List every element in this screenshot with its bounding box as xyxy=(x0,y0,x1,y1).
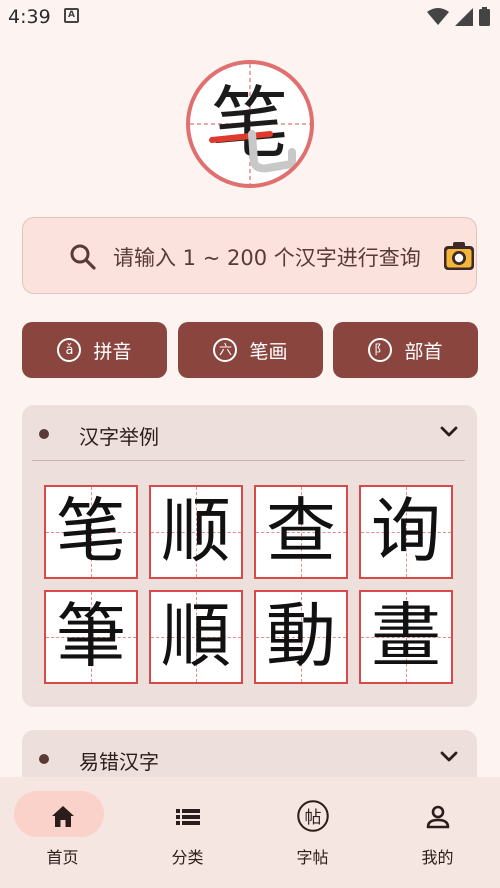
bullet-icon xyxy=(39,754,49,764)
app-logo: 笔 xyxy=(186,60,314,188)
stroke-label: 笔画 xyxy=(249,340,288,363)
chevron-down-icon[interactable] xyxy=(439,424,459,440)
nav-item-profile[interactable]: 我的 xyxy=(375,777,500,888)
copybook-icon: 帖 xyxy=(296,800,329,832)
card-divider xyxy=(32,460,465,461)
search-input[interactable]: 请输入 1 ~ 200 个汉字进行查询 xyxy=(113,242,421,272)
example-character: 顺 xyxy=(161,490,231,572)
camera-icon[interactable] xyxy=(443,241,475,271)
search-bar[interactable]: 请输入 1 ~ 200 个汉字进行查询 xyxy=(22,217,477,294)
profile-icon xyxy=(426,805,449,829)
svg-text:帖: 帖 xyxy=(304,808,321,828)
example-character-cell[interactable]: 動 xyxy=(254,590,348,684)
pinyin-button[interactable]: ǎ 拼音 xyxy=(22,322,167,378)
example-character-cell[interactable]: 畫 xyxy=(359,590,453,684)
nav-item-home[interactable]: 首页 xyxy=(0,777,125,888)
example-character: 動 xyxy=(266,595,336,677)
stroke-icon: 六 xyxy=(213,338,238,362)
chevron-down-icon[interactable] xyxy=(439,749,459,765)
example-character-cell[interactable]: 询 xyxy=(359,485,453,579)
example-character: 查 xyxy=(266,490,336,572)
examples-card: 汉字举例 笔 顺 查 询 筆 順 動 畫 xyxy=(22,405,477,707)
example-character: 筆 xyxy=(56,595,126,677)
notification-icon: A xyxy=(64,8,79,23)
battery-icon xyxy=(479,7,490,26)
radical-icon: ⻖ xyxy=(368,338,393,362)
nav-label-copybook: 字帖 xyxy=(296,848,329,867)
pinyin-label: 拼音 xyxy=(93,340,132,363)
search-icon xyxy=(70,244,96,270)
radical-button[interactable]: ⻖ 部首 xyxy=(333,322,478,378)
nav-label-category: 分类 xyxy=(171,848,204,867)
example-character: 順 xyxy=(161,595,231,677)
example-character: 畫 xyxy=(371,595,441,677)
example-character: 笔 xyxy=(56,490,126,572)
nav-item-copybook[interactable]: 帖 字帖 xyxy=(250,777,375,888)
nav-label-profile: 我的 xyxy=(421,848,454,867)
example-character-cell[interactable]: 順 xyxy=(149,590,243,684)
example-character-cell[interactable]: 笔 xyxy=(44,485,138,579)
list-icon xyxy=(175,809,200,825)
example-character-cell[interactable]: 顺 xyxy=(149,485,243,579)
common-mistakes-title: 易错汉字 xyxy=(79,750,159,774)
stroke-button[interactable]: 六 笔画 xyxy=(178,322,323,378)
example-character-cell[interactable]: 筆 xyxy=(44,590,138,684)
example-characters-grid: 笔 顺 查 询 筆 順 動 畫 xyxy=(44,485,453,684)
status-bar: 4:39 A xyxy=(0,0,500,34)
signal-icon xyxy=(455,7,473,26)
home-icon xyxy=(51,806,74,827)
bullet-icon xyxy=(39,429,49,439)
pinyin-icon: ǎ xyxy=(57,338,82,362)
status-time: 4:39 xyxy=(8,6,51,28)
nav-item-category[interactable]: 分类 xyxy=(125,777,250,888)
wifi-icon xyxy=(427,7,449,25)
radical-label: 部首 xyxy=(404,340,443,363)
example-character: 询 xyxy=(371,490,441,572)
example-character-cell[interactable]: 查 xyxy=(254,485,348,579)
bottom-navigation: 首页 分类 帖 字帖 我的 xyxy=(0,777,500,888)
examples-title: 汉字举例 xyxy=(79,425,159,449)
nav-label-home: 首页 xyxy=(46,848,79,867)
examples-card-header[interactable]: 汉字举例 xyxy=(22,405,477,461)
